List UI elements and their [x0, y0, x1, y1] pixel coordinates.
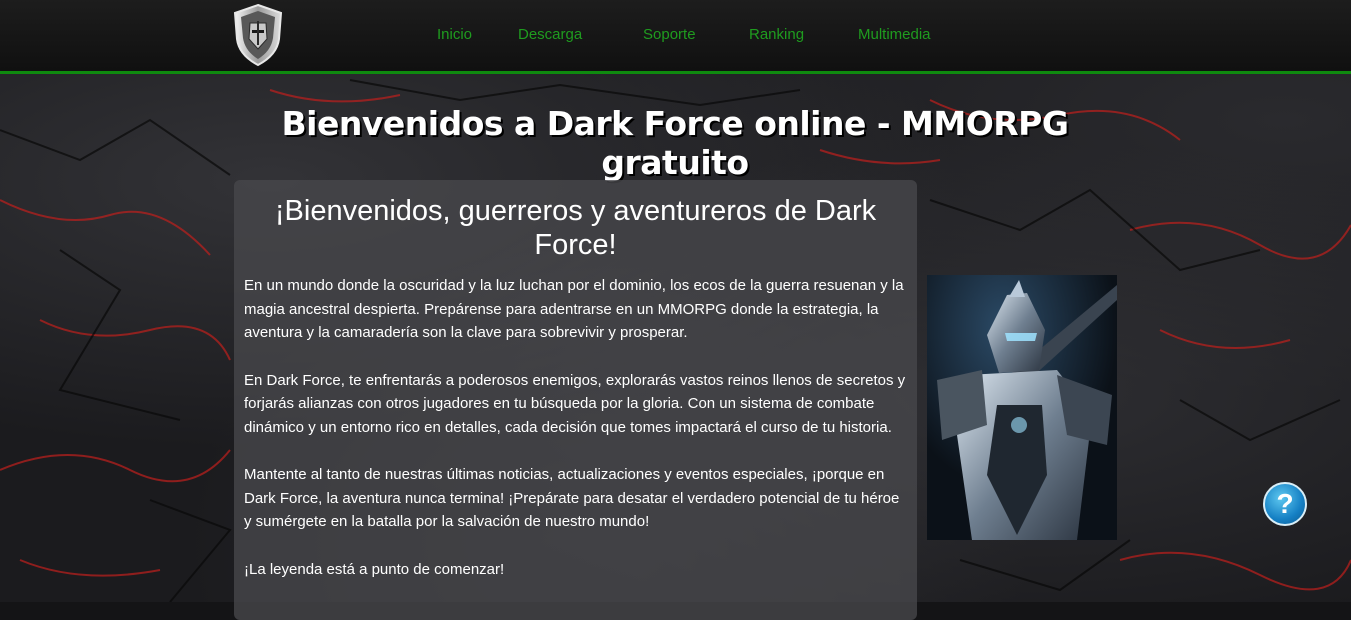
nav-item-ranking[interactable]: Ranking	[749, 26, 804, 43]
closing-paragraph: ¡La leyenda está a punto de comenzar!	[244, 560, 505, 578]
nav-item-multimedia[interactable]: Multimedia	[858, 26, 931, 43]
features-paragraph: En Dark Force, te enfrentarás a poderoso…	[244, 371, 906, 436]
nav-item-descarga[interactable]: Descarga	[518, 26, 582, 43]
nav-item-inicio[interactable]: Inicio	[437, 26, 472, 43]
help-question-icon[interactable]: ?	[1263, 482, 1307, 526]
knight-shield-logo-icon[interactable]	[232, 3, 284, 67]
nav-item-soporte[interactable]: Soporte	[643, 26, 696, 43]
welcome-panel: ¡Bienvenidos, guerreros y aventureros de…	[234, 180, 917, 620]
armored-knight-image	[927, 275, 1117, 540]
news-paragraph: Mantente al tanto de nuestras últimas no…	[244, 466, 900, 530]
intro-paragraph: En un mundo donde la oscuridad y la luz …	[244, 277, 904, 341]
page-title: Bienvenidos a Dark Force online - MMORPG…	[281, 104, 1069, 182]
top-navbar: Inicio Descarga Soporte Ranking Multimed…	[0, 0, 1351, 74]
welcome-heading: ¡Bienvenidos, guerreros y aventureros de…	[274, 195, 877, 261]
